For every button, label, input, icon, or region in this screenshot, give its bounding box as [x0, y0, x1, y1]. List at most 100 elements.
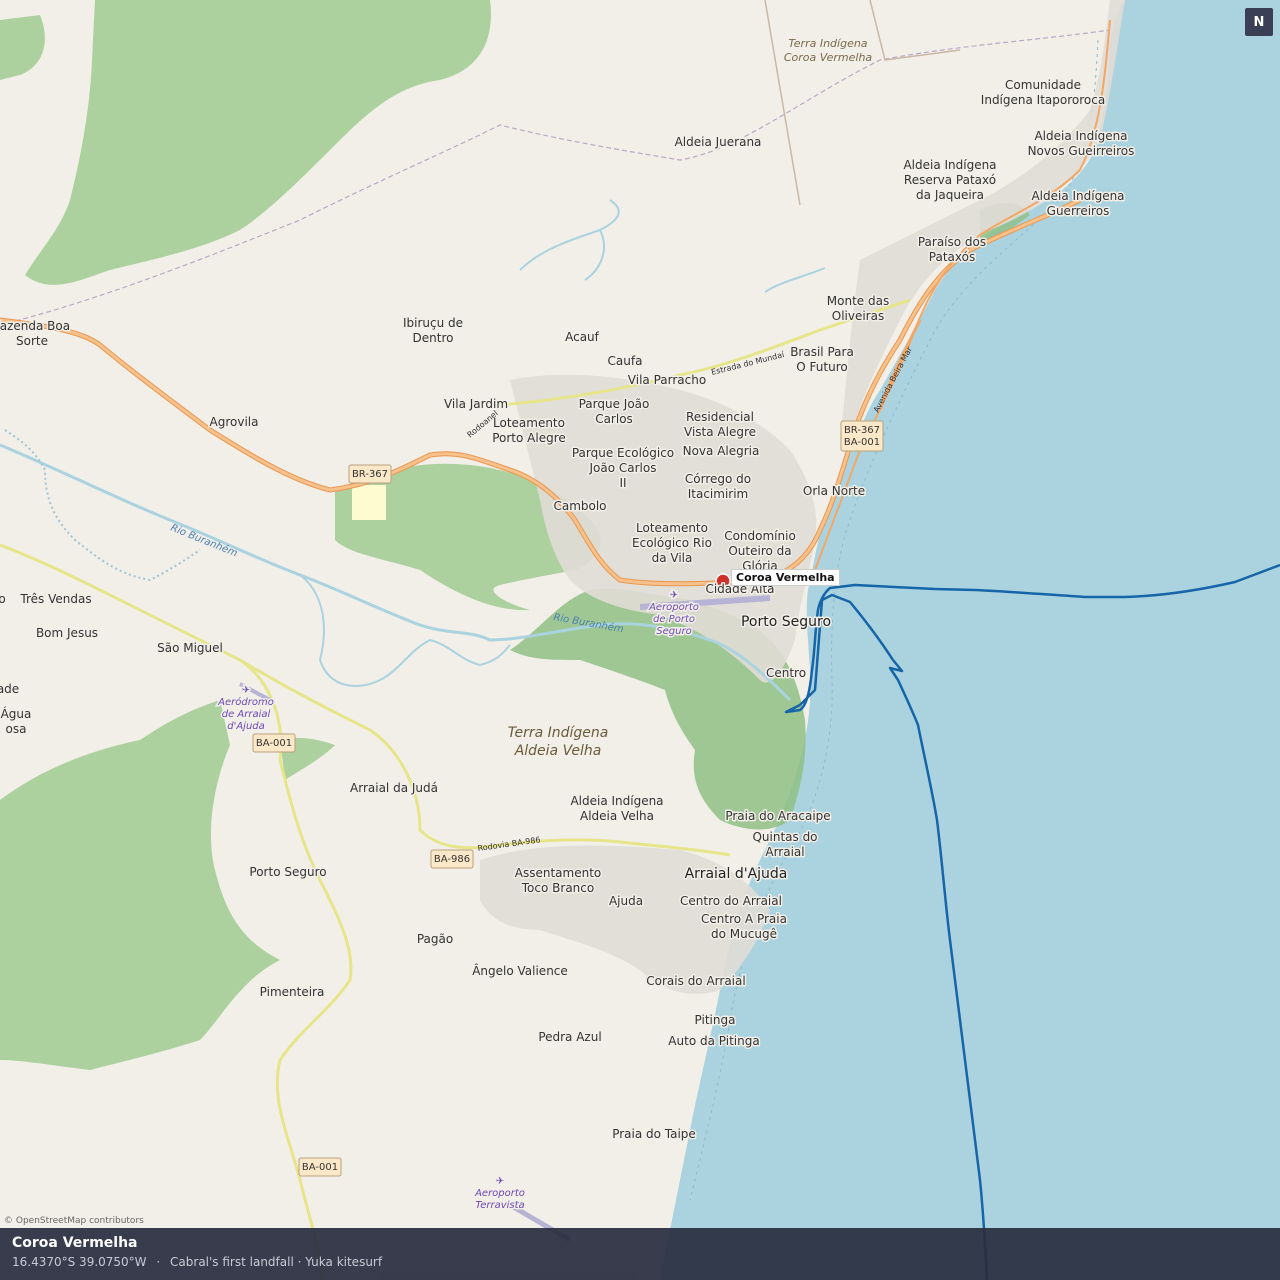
- place-label-porto-seguro-w-line: Porto Seguro: [249, 865, 326, 879]
- map-attribution: © OpenStreetMap contributors: [4, 1216, 144, 1226]
- place-label-pagao-line: Pagão: [417, 932, 453, 946]
- road-shield-text: BA-001: [302, 1162, 338, 1173]
- marker-label[interactable]: Coroa Vermelha: [731, 569, 840, 586]
- place-label-arraial-ajuda-line: Arraial d'Ajuda: [685, 866, 788, 882]
- place-label-aldeia-jaqueira-line: da Jaqueira: [916, 188, 984, 202]
- place-label-fazenda-line: Sorte: [16, 334, 48, 348]
- place-label-assentamento: Assentamento Toco Branco: [515, 866, 601, 895]
- place-label-ibirucu: Ibiruçu de Dentro: [403, 316, 463, 345]
- place-label-pagao: Pagão: [417, 932, 453, 946]
- place-label-orla-norte-line: Orla Norte: [803, 484, 865, 498]
- place-label-residencial-line: Residencial: [686, 410, 754, 424]
- info-tags: Cabral's first landfall · Yuka kitesurf: [170, 1255, 383, 1269]
- road-shield-text: BA-001: [256, 738, 292, 749]
- place-label-aldeia-jaqueira-line: Reserva Pataxó: [904, 173, 996, 187]
- forest-nw: [25, 0, 491, 285]
- place-label-residencial-line: Vista Alegre: [684, 425, 756, 439]
- place-label-monte-oliveiras: Monte das Oliveiras: [827, 294, 889, 323]
- place-label-agrovila-line: Agrovila: [210, 415, 259, 429]
- place-label-loteamento-pa: Loteamento Porto Alegre: [492, 416, 566, 445]
- airport-icon: ✈: [496, 1176, 504, 1187]
- place-label-aldeia-novos-line: Novos Gueirreiros: [1028, 144, 1135, 158]
- place-label-porto-seguro-city: Porto Seguro: [741, 614, 831, 630]
- place-label-monte-oliveiras-line: Oliveiras: [832, 309, 884, 323]
- road-shield-shield-br367-e: BR-367BA-001: [840, 420, 884, 452]
- aerodrome-label-aero-arraial-line: d'Ajuda: [227, 721, 265, 732]
- place-label-edge-o: o: [0, 592, 6, 606]
- area-label-ti-coroa-line: Terra Indígena: [788, 37, 867, 50]
- place-label-residencial: Residencial Vista Alegre: [684, 410, 756, 439]
- clearing: [352, 485, 386, 520]
- info-coords: 16.4370°S 39.0750°W: [12, 1255, 147, 1269]
- place-label-corais: Corais do Arraial: [646, 974, 745, 988]
- place-label-cambolo-line: Cambolo: [553, 499, 606, 513]
- north-arrow-icon: N: [1245, 8, 1273, 36]
- place-label-pimenteira: Pimenteira: [260, 985, 325, 999]
- place-label-aldeia-novos-line: Aldeia Indígena: [1034, 129, 1127, 143]
- place-label-sao-miguel-line: São Miguel: [157, 641, 223, 655]
- place-label-arraial-juda-line: Arraial da Judá: [350, 781, 438, 795]
- place-label-pimenteira-line: Pimenteira: [260, 985, 325, 999]
- place-label-pedra-azul: Pedra Azul: [538, 1030, 601, 1044]
- info-separator: ·: [156, 1255, 161, 1269]
- stream-ne: [764, 267, 826, 293]
- place-label-cambolo: Cambolo: [553, 499, 606, 513]
- place-label-aldeia-juerana-line: Aldeia Juerana: [675, 135, 762, 149]
- map-canvas[interactable]: Comunidade Indígena Itapororoca Aldeia Ind…: [0, 0, 1280, 1280]
- aerodrome-label-aero-ps-line: Aeroporto: [648, 602, 699, 613]
- road-shield-text: BR-367: [844, 425, 880, 436]
- place-label-vila-parracho: Vila Parracho: [628, 373, 706, 387]
- place-label-auto-pitinga: Auto da Pitinga: [668, 1034, 759, 1048]
- place-label-praia-taipe-line: Praia do Taipe: [612, 1127, 696, 1141]
- place-label-auto-pitinga-line: Auto da Pitinga: [668, 1034, 759, 1048]
- river-label-rio-buranhem-1: Rio Buranhém: [169, 522, 240, 560]
- area-label-ti-aldeia-line: Aldeia Velha: [514, 743, 602, 759]
- place-label-centro-praia-line: Centro A Praia: [701, 912, 787, 926]
- place-label-tres-vendas-line: Três Vendas: [19, 592, 91, 606]
- aerodrome-label-aero-ps-line: de Porto: [653, 614, 695, 625]
- place-label-aldeia-jaqueira-line: Aldeia Indígena: [903, 158, 996, 172]
- place-label-sao-miguel: São Miguel: [157, 641, 223, 655]
- place-label-comunidade-indigena-line: Comunidade: [1005, 78, 1081, 92]
- place-label-caufa: Caufa: [608, 354, 643, 368]
- place-label-centro-arraial: Centro do Arraial: [680, 894, 782, 908]
- place-label-corrego-line: Itacimirim: [688, 487, 749, 501]
- place-label-brasil-futuro-line: Brasil Para: [790, 345, 854, 359]
- aerodrome-label-aero-ps-line: Seguro: [656, 626, 691, 637]
- place-label-quintas-line: Quintas do: [752, 830, 817, 844]
- place-label-pitinga-line: Pitinga: [695, 1013, 736, 1027]
- aerodrome-label-aero-arraial-line: de Arraial: [222, 709, 271, 720]
- place-label-loteamento-pa-line: Porto Alegre: [492, 431, 566, 445]
- place-label-vila-jardim: Vila Jardim: [444, 397, 508, 411]
- aerodrome-label-aero-terravista: Aeroporto Terravista: [474, 1188, 525, 1211]
- road-shield-shield-ba001-b: BA-001: [298, 1157, 342, 1177]
- info-bar: Coroa Vermelha 16.4370°S 39.0750°W · Cab…: [0, 1228, 1280, 1280]
- aerodrome-label-aero-terravista-line: Aeroporto: [474, 1188, 525, 1199]
- place-label-ajuda-line: Ajuda: [609, 894, 643, 908]
- place-label-edge-ade-line: ade: [0, 682, 19, 696]
- info-title: Coroa Vermelha: [12, 1235, 138, 1251]
- place-label-aldeia-novos: Aldeia Indígena Novos Gueirreiros: [1028, 129, 1135, 158]
- place-label-ajuda: Ajuda: [609, 894, 643, 908]
- place-label-pedra-azul-line: Pedra Azul: [538, 1030, 601, 1044]
- place-label-tres-vendas: Três Vendas: [19, 592, 91, 606]
- place-label-agrovila: Agrovila: [210, 415, 259, 429]
- place-label-centro: Centro: [766, 666, 806, 680]
- forest-nw-small: [0, 15, 45, 80]
- place-label-praia-aracaipe: Praia do Aracaipe: [725, 809, 830, 823]
- place-label-loteamento-eco-line: da Vila: [652, 551, 693, 565]
- place-label-parque-joao-line: Carlos: [595, 412, 633, 426]
- place-label-condominio-line: Outeiro da: [728, 544, 791, 558]
- place-label-corais-line: Corais do Arraial: [646, 974, 745, 988]
- area-label-ti-aldeia: Terra Indígena Aldeia Velha: [508, 725, 609, 759]
- place-label-praia-aracaipe-line: Praia do Aracaipe: [725, 809, 830, 823]
- place-label-bom-jesus: Bom Jesus: [36, 626, 98, 640]
- place-label-monte-oliveiras-line: Monte das: [827, 294, 889, 308]
- place-label-praia-taipe: Praia do Taipe: [612, 1127, 696, 1141]
- airport-icon: ✈: [242, 685, 250, 696]
- place-label-fazenda: Fazenda Boa Sorte: [0, 319, 70, 348]
- place-label-centro-praia: Centro A Praia do Mucugê: [701, 912, 787, 941]
- place-label-parque-eco-line: II: [619, 476, 626, 490]
- place-label-porto-seguro-w: Porto Seguro: [249, 865, 326, 879]
- place-label-acauf: Acauf: [565, 330, 600, 344]
